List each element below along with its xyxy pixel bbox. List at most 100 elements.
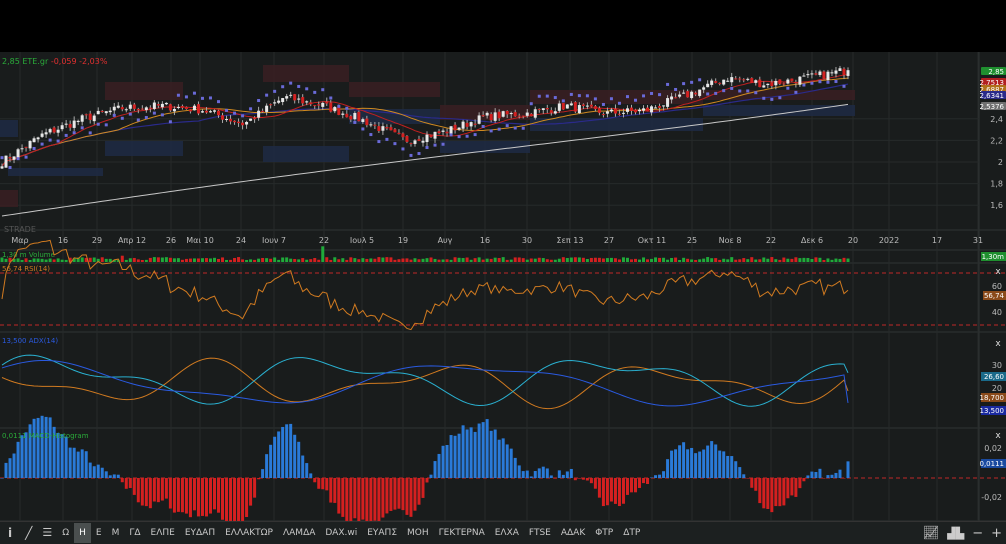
sar-dot — [345, 106, 349, 110]
macd-bar — [196, 478, 200, 517]
macd-bar — [140, 478, 144, 506]
candle — [305, 101, 309, 103]
price-tick: 1,8 — [990, 180, 1003, 189]
toolbar-symbol-button[interactable]: ΕΛΠΕ — [146, 523, 180, 543]
close-rsi-icon[interactable]: x — [995, 267, 1001, 277]
toolbar-symbol-button[interactable]: ΦΤΡ — [590, 523, 618, 543]
volume-bar — [417, 259, 421, 262]
toolbar-symbol-button[interactable]: Μ — [107, 523, 125, 543]
volume-bar — [569, 257, 573, 262]
close-adx-icon[interactable]: x — [995, 339, 1001, 349]
x-axis-label: Δεκ 6 — [801, 236, 823, 245]
macd-bar — [104, 471, 108, 478]
candle — [48, 129, 52, 133]
candle — [734, 78, 738, 80]
toolbar-symbol-button[interactable]: ΕΛΧΑ — [490, 523, 524, 543]
sar-dot — [577, 94, 581, 98]
toolbar-symbol-button[interactable]: ΛΑΜΔΑ — [278, 523, 320, 543]
toolbar-symbol-button[interactable]: ΕΥΑΠΣ — [362, 523, 402, 543]
zoom-in-icon[interactable]: + — [991, 526, 1002, 541]
candle — [297, 98, 301, 100]
volume-bar — [541, 258, 545, 262]
bar-chart-icon[interactable]: ▟▙ — [947, 527, 964, 540]
draw-line-icon[interactable]: ╱ — [20, 523, 37, 543]
candle — [565, 104, 569, 109]
volume-bar — [100, 257, 104, 262]
grid-lines-icon[interactable]: ☰ — [37, 523, 57, 543]
toolbar-symbol-button[interactable]: ΔΤΡ — [618, 523, 645, 543]
sar-dot — [32, 146, 36, 150]
toolbar-symbol-button[interactable]: ΜΟΗ — [402, 523, 434, 543]
sar-dot — [176, 93, 180, 97]
sar-dot — [16, 157, 20, 161]
close-macd-icon[interactable]: x — [995, 431, 1001, 441]
macd-bar — [465, 429, 469, 478]
macd-bar — [734, 461, 738, 478]
sar-dot — [449, 133, 453, 137]
macd-label: 0,0111 MACD-Histogram — [2, 432, 89, 440]
macd-bar — [746, 478, 750, 479]
volume-bar — [289, 258, 293, 262]
volume-bar — [305, 259, 309, 262]
candle — [633, 109, 637, 113]
volume-bar — [28, 259, 32, 262]
candle — [537, 108, 541, 110]
macd-bar — [144, 478, 148, 507]
chart-type-icon[interactable]: 📈︎ — [923, 526, 940, 541]
macd-bar — [60, 434, 64, 478]
sar-dot — [136, 118, 140, 122]
sar-dot — [48, 138, 52, 142]
candle — [766, 83, 770, 86]
candle — [253, 117, 257, 120]
zone-box — [105, 82, 183, 100]
macd-bar — [573, 478, 577, 481]
candle — [513, 112, 517, 117]
x-axis-label: 17 — [932, 236, 942, 245]
sar-dot — [465, 134, 469, 138]
sar-dot — [64, 133, 68, 137]
candle — [834, 70, 838, 74]
candle — [473, 123, 477, 125]
volume-bar — [633, 258, 637, 262]
x-axis-label: Μαι 10 — [186, 236, 214, 245]
toolbar-symbol-button[interactable]: Ω — [57, 523, 74, 543]
stock-chart[interactable]: Μαρ 16 29 Απρ 12 26 Μαι 10 24 Ιουν 7 22 Ιουλ 5 19 Α… — [0, 0, 1006, 521]
volume-bar — [245, 259, 249, 262]
macd-tick: -0,02 — [981, 493, 1002, 502]
candle — [393, 129, 397, 133]
volume-bar — [128, 258, 132, 262]
sar-dot — [706, 92, 710, 96]
candle — [76, 120, 80, 123]
toolbar-symbol-button[interactable]: Η — [74, 523, 91, 543]
volume-bar — [702, 258, 706, 262]
toolbar-symbol-button[interactable]: Ε — [91, 523, 107, 543]
sar-dot — [40, 142, 44, 146]
macd-bar — [461, 425, 465, 478]
zoom-out-icon[interactable]: − — [972, 526, 983, 541]
sar-dot — [593, 97, 597, 101]
sar-dot — [537, 94, 541, 98]
toolbar-symbol-button[interactable]: FTSE — [524, 523, 556, 543]
macd-bar — [385, 478, 389, 514]
top-blank — [0, 0, 1006, 52]
toolbar-symbol-button[interactable]: ΑΔΑΚ — [556, 523, 590, 543]
toolbar-symbol-button[interactable]: DAX.wi — [320, 523, 362, 543]
volume-bar — [453, 257, 457, 262]
sar-dot — [617, 101, 621, 105]
macd-bar — [397, 478, 401, 509]
sar-dot — [609, 97, 613, 101]
toolbar-symbol-button[interactable]: ΕΥΔΑΠ — [180, 523, 220, 543]
candle — [605, 111, 609, 114]
volume-bar — [790, 258, 794, 262]
volume-bar — [609, 257, 613, 262]
sar-dot — [810, 81, 814, 85]
volume-bar — [204, 258, 208, 262]
info-icon[interactable]: i — [0, 523, 20, 543]
toolbar-symbol-button[interactable]: ΓΕΚΤΕΡΝΑ — [434, 523, 490, 543]
volume-bar — [593, 257, 597, 262]
macd-bar — [16, 441, 20, 478]
toolbar-symbol-button[interactable]: ΓΔ — [124, 523, 145, 543]
candle — [36, 137, 40, 140]
toolbar-symbol-button[interactable]: ΕΛΛΑΚΤΩΡ — [220, 523, 278, 543]
volume-bar — [80, 257, 84, 262]
